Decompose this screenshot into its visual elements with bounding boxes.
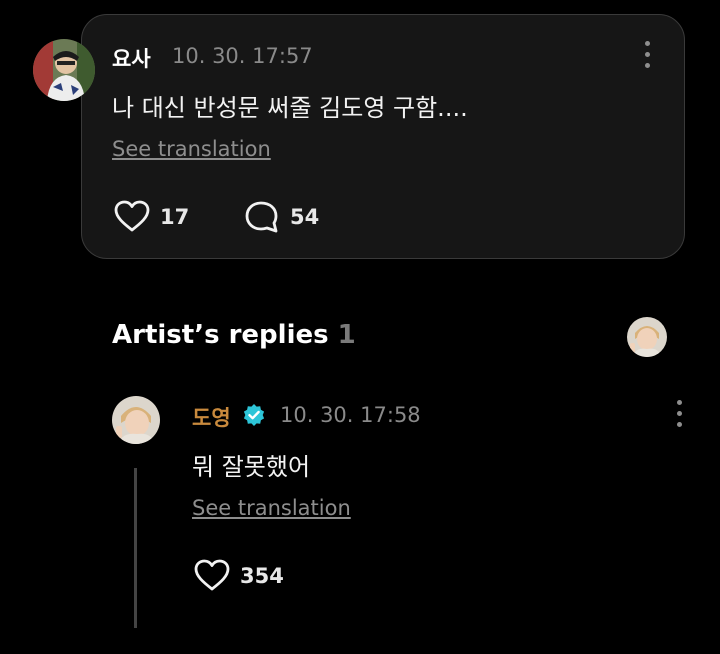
reply-text: 뭐 잘못했어 bbox=[192, 453, 311, 481]
reply-author-avatar[interactable] bbox=[112, 396, 160, 444]
artist-small-avatar[interactable] bbox=[627, 317, 667, 357]
post-text: 나 대신 반성문 써줄 김도영 구함.... bbox=[112, 94, 468, 122]
verified-badge-icon bbox=[242, 403, 266, 431]
reply-username[interactable]: 도영 bbox=[192, 402, 231, 432]
reply-more-icon[interactable] bbox=[673, 399, 685, 429]
post-more-icon[interactable] bbox=[641, 40, 653, 70]
artist-replies-title: Artist’s replies 1 bbox=[112, 320, 356, 350]
post-comment-speech-bubble-icon[interactable] bbox=[244, 199, 280, 239]
post-timestamp: 10. 30. 17:57 bbox=[172, 44, 313, 68]
post-username[interactable]: 요사 bbox=[112, 43, 151, 73]
reply-timestamp: 10. 30. 17:58 bbox=[280, 403, 421, 427]
post-like-heart-icon[interactable] bbox=[113, 199, 151, 237]
artist-replies-count: 1 bbox=[337, 320, 356, 350]
post-see-translation-link[interactable]: See translation bbox=[112, 137, 271, 161]
post-like-count: 17 bbox=[160, 205, 190, 229]
artist-replies-label: Artist’s replies bbox=[112, 320, 329, 350]
reply-see-translation-link[interactable]: See translation bbox=[192, 496, 351, 520]
reply-thread-line bbox=[134, 468, 137, 628]
post-author-avatar[interactable] bbox=[33, 39, 95, 101]
post-comment-count: 54 bbox=[290, 205, 320, 229]
reply-like-count: 354 bbox=[240, 564, 284, 588]
reply-like-heart-icon[interactable] bbox=[193, 558, 231, 596]
